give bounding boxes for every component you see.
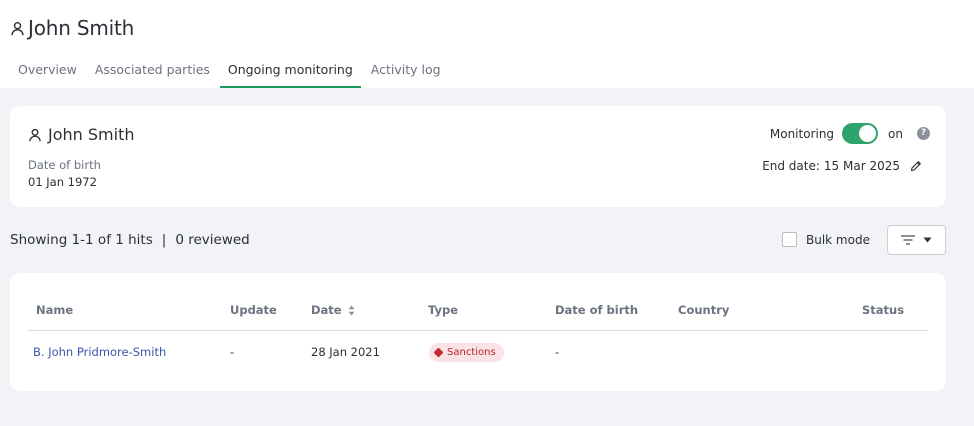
- bulk-mode-checkbox[interactable]: [782, 232, 797, 247]
- hit-date: 28 Jan 2021: [311, 345, 380, 359]
- toggle-knob: [859, 125, 877, 142]
- reviewed-count: 0 reviewed: [175, 232, 250, 248]
- tab-activity-log[interactable]: Activity log: [363, 52, 449, 88]
- filter-icon: [901, 235, 915, 245]
- column-header-date[interactable]: Date: [311, 303, 355, 317]
- person-icon: [10, 21, 25, 36]
- page-title: John Smith: [10, 16, 134, 40]
- tab-associated-parties[interactable]: Associated parties: [87, 52, 218, 88]
- sanctions-badge-label: Sanctions: [447, 347, 496, 358]
- sort-icon[interactable]: [348, 305, 355, 316]
- monitoring-toggle[interactable]: [842, 123, 879, 144]
- column-header-country[interactable]: Country: [678, 303, 729, 317]
- results-table: Name Update Date Type Date of birth Coun…: [10, 273, 946, 391]
- tab-overview[interactable]: Overview: [10, 52, 85, 88]
- tab-ongoing-monitoring[interactable]: Ongoing monitoring: [219, 52, 361, 88]
- sanctions-icon: [433, 347, 444, 358]
- end-date-value: 15 Mar 2025: [823, 159, 900, 173]
- help-icon[interactable]: ?: [917, 127, 930, 140]
- header-divider: [28, 330, 928, 331]
- filter-button[interactable]: [887, 225, 946, 255]
- end-date-row: End date: 15 Mar 2025: [762, 159, 924, 173]
- subject-card: John Smith Date of birth 01 Jan 1972 Mon…: [10, 106, 946, 207]
- bulk-mode-toggle[interactable]: Bulk mode: [782, 232, 870, 247]
- column-header-name[interactable]: Name: [36, 303, 73, 317]
- sanctions-badge: Sanctions: [429, 343, 504, 362]
- column-header-date-label: Date: [311, 303, 342, 317]
- subject-name: John Smith: [28, 125, 134, 144]
- hit-name-link[interactable]: B. John Pridmore-Smith: [33, 345, 166, 359]
- tab-bar: Overview Associated parties Ongoing moni…: [10, 52, 451, 88]
- hit-update: -: [230, 345, 235, 359]
- hits-count: Showing 1-1 of 1 hits: [10, 232, 153, 248]
- column-header-date-of-birth[interactable]: Date of birth: [555, 303, 638, 317]
- summary-separator: |: [161, 232, 167, 248]
- column-header-status[interactable]: Status: [862, 303, 904, 317]
- monitoring-control: Monitoring on ?: [770, 123, 930, 144]
- hit-date-of-birth: -: [555, 345, 560, 359]
- column-header-type[interactable]: Type: [428, 303, 458, 317]
- bulk-mode-label: Bulk mode: [806, 232, 870, 247]
- end-date-label: End date:: [762, 159, 820, 173]
- person-icon: [28, 128, 42, 142]
- dob-value: 01 Jan 1972: [28, 175, 97, 189]
- subject-name-text: John Smith: [48, 125, 135, 144]
- pencil-icon[interactable]: [910, 159, 924, 173]
- monitoring-state: on: [888, 126, 903, 141]
- page-title-text: John Smith: [28, 16, 135, 40]
- hits-summary: Showing 1-1 of 1 hits | 0 reviewed: [10, 232, 250, 248]
- chevron-down-icon: [923, 237, 932, 243]
- dob-label: Date of birth: [28, 158, 101, 172]
- column-header-update[interactable]: Update: [230, 303, 277, 317]
- monitoring-label: Monitoring: [769, 126, 835, 141]
- page-header: John Smith Overview Associated parties O…: [0, 0, 974, 88]
